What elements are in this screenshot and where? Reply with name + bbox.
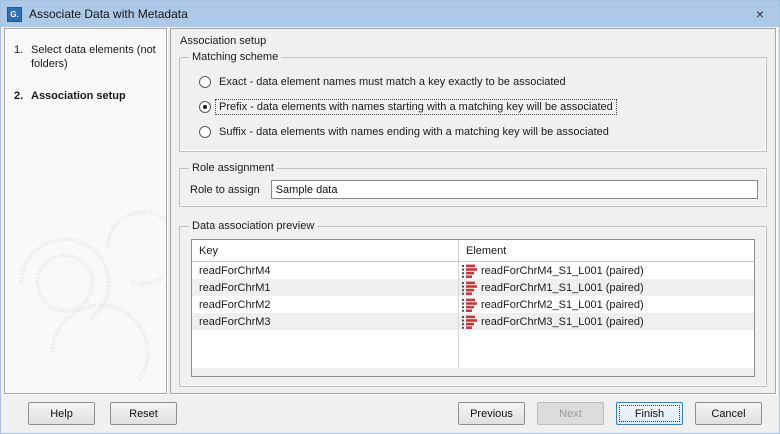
role-row: Role to assign (188, 180, 758, 199)
element-cell: readForChrM1_S1_L001 (paired) (481, 282, 644, 294)
dialog-content: 1. Select data elements (not folders) 2.… (1, 27, 779, 396)
data-association-preview-group: Data association preview Key Element rea… (179, 220, 767, 387)
matching-scheme-group: Matching scheme Exact - data element nam… (179, 51, 767, 152)
column-header-key[interactable]: Key (192, 240, 458, 261)
app-icon: G. (7, 7, 22, 22)
next-button: Next (537, 402, 604, 425)
sidebar-step-association-setup[interactable]: 2. Association setup (14, 89, 160, 103)
key-cell: readForChrM1 (192, 279, 458, 296)
radio-label-prefix: Prefix - data elements with names starti… (216, 100, 616, 114)
close-icon[interactable]: × (747, 1, 773, 27)
role-to-assign-input[interactable] (271, 180, 758, 199)
table-empty-area (192, 330, 754, 368)
matching-scheme-title: Matching scheme (189, 51, 281, 63)
sidebar-step-select-data[interactable]: 1. Select data elements (not folders) (14, 43, 160, 71)
role-assignment-title: Role assignment (189, 162, 277, 174)
sequence-list-icon (462, 315, 477, 329)
table-row[interactable]: readForChrM2 readForChrM2_S1_L001 (paire… (192, 296, 754, 313)
sequence-list-icon (462, 298, 477, 312)
table-row[interactable]: readForChrM3 readForChrM3_S1_L001 (paire… (192, 313, 754, 330)
data-association-preview-title: Data association preview (189, 220, 317, 232)
reset-button[interactable]: Reset (110, 402, 177, 425)
role-assignment-group: Role assignment Role to assign (179, 162, 767, 207)
key-cell: readForChrM2 (192, 296, 458, 313)
sequence-list-icon (462, 281, 477, 295)
radio-label-exact: Exact - data element names must match a … (216, 75, 569, 89)
step-number: 1. (14, 43, 31, 71)
key-cell: readForChrM4 (192, 262, 458, 279)
cancel-button[interactable]: Cancel (695, 402, 762, 425)
finish-button[interactable]: Finish (616, 402, 683, 425)
svg-text:011010010110100101101001011010: 0110100101101001011010010110100101101001… (104, 209, 167, 287)
column-header-element[interactable]: Element (458, 240, 754, 261)
association-setup-panel: Association setup Matching scheme Exact … (170, 28, 776, 394)
previous-button[interactable]: Previous (458, 402, 525, 425)
radio-option-prefix[interactable]: Prefix - data elements with names starti… (199, 99, 758, 114)
preview-table: Key Element readForChrM4 readForChrM4_S1… (191, 239, 755, 377)
radio-option-suffix[interactable]: Suffix - data elements with names ending… (199, 124, 758, 139)
element-cell: readForChrM2_S1_L001 (paired) (481, 299, 644, 311)
step-label: Select data elements (not folders) (31, 43, 160, 71)
radio-option-exact[interactable]: Exact - data element names must match a … (199, 74, 758, 89)
role-to-assign-label: Role to assign (190, 184, 260, 196)
table-header: Key Element (192, 240, 754, 262)
table-row[interactable]: readForChrM1 readForChrM1_S1_L001 (paire… (192, 279, 754, 296)
help-button[interactable]: Help (28, 402, 95, 425)
associate-data-dialog: G. Associate Data with Metadata × 1. Sel… (0, 0, 780, 434)
table-viewport-filler (192, 368, 754, 376)
radio-icon-selected[interactable] (199, 101, 211, 113)
radio-label-suffix: Suffix - data elements with names ending… (216, 125, 612, 139)
radio-icon[interactable] (199, 126, 211, 138)
radio-icon[interactable] (199, 76, 211, 88)
right-buttons: Previous Next Finish Cancel (458, 402, 762, 425)
wizard-sidebar: 1. Select data elements (not folders) 2.… (4, 28, 167, 394)
key-cell: readForChrM3 (192, 313, 458, 330)
window-title: Associate Data with Metadata (29, 7, 188, 21)
svg-text:011010010110100101101001011010: 0110100101101001011010010110100101101001… (5, 193, 96, 314)
sequence-list-icon (462, 264, 477, 278)
wizard-steps: 1. Select data elements (not folders) 2.… (5, 29, 166, 103)
element-cell: readForChrM4_S1_L001 (paired) (481, 265, 644, 277)
titlebar[interactable]: G. Associate Data with Metadata × (1, 1, 779, 27)
step-number: 2. (14, 89, 31, 103)
left-buttons: Help Reset (28, 402, 177, 425)
step-label: Association setup (31, 89, 126, 103)
table-row[interactable]: readForChrM4 readForChrM4_S1_L001 (paire… (192, 262, 754, 279)
panel-title: Association setup (180, 35, 767, 47)
binary-swirl-watermark: 0110100101101001011010010110100101101001… (5, 193, 167, 393)
dialog-button-bar: Help Reset Previous Next Finish Cancel (1, 396, 779, 433)
element-cell: readForChrM3_S1_L001 (paired) (481, 316, 644, 328)
